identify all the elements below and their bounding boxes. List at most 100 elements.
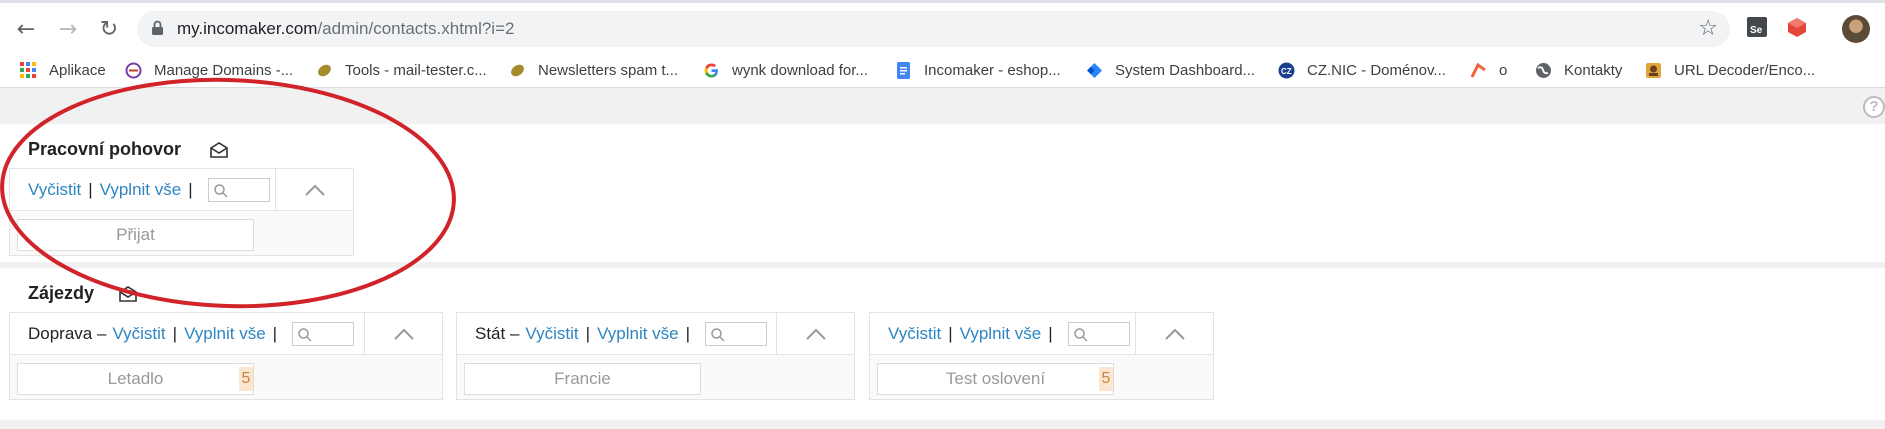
- clear-link[interactable]: Vyčistit: [28, 180, 81, 200]
- reload-icon[interactable]: ↻: [95, 15, 123, 43]
- svg-text:CZ: CZ: [1281, 67, 1292, 76]
- collapse-button[interactable]: [275, 169, 353, 211]
- filter-header: Vyčistit | Vyplnit vše |: [870, 313, 1213, 355]
- filter-box-doprava: Doprava – Vyčistit | Vyplnit vše | Letad…: [9, 312, 443, 400]
- bookmark-label: Aplikace: [49, 61, 106, 79]
- collapse-button[interactable]: [776, 313, 854, 355]
- clear-link[interactable]: Vyčistit: [112, 324, 165, 344]
- bookmark-system-dashboard[interactable]: System Dashboard...: [1086, 60, 1255, 80]
- filter-header: Doprava – Vyčistit | Vyplnit vše |: [10, 313, 442, 355]
- filter-value-label: Francie: [554, 369, 611, 388]
- filter-value-button[interactable]: Francie: [464, 363, 701, 395]
- selenium-extension-icon[interactable]: Se: [1746, 16, 1768, 38]
- bookmark-label: Kontakty: [1564, 61, 1623, 79]
- bookmark-kontakty[interactable]: Kontakty: [1535, 60, 1622, 80]
- collapse-button[interactable]: [364, 313, 442, 355]
- leaf-icon: [316, 62, 333, 79]
- bookmark-label: Incomaker - eshop...: [924, 61, 1061, 79]
- bookmark-label: Manage Domains -...: [154, 61, 294, 79]
- filter-search-input[interactable]: [705, 322, 768, 346]
- filter-value-label: Letadlo: [107, 369, 164, 388]
- fill-all-link[interactable]: Vyplnit vše: [597, 324, 679, 344]
- separator: |: [948, 324, 953, 343]
- separator: |: [172, 324, 178, 343]
- filter-box-stat: Stát – Vyčistit | Vyplnit vše | Francie: [456, 312, 855, 400]
- url-host: my.incomaker.com: [177, 19, 318, 38]
- open-envelope-icon[interactable]: [118, 285, 138, 303]
- filter-box: Vyčistit | Vyplnit vše | Přijat: [9, 168, 354, 256]
- browser-toolbar: ← → ↻ my.incomaker.com/admin/contacts.xh…: [0, 0, 1885, 52]
- apps-grid-icon: [20, 61, 37, 79]
- filter-header: Stát – Vyčistit | Vyplnit vše |: [457, 313, 854, 355]
- forward-icon[interactable]: →: [54, 15, 82, 43]
- filter-value-button[interactable]: Letadlo 5: [17, 363, 254, 395]
- fill-all-link[interactable]: Vyplnit vše: [100, 180, 182, 200]
- bookmark-manage-domains[interactable]: Manage Domains -...: [125, 60, 293, 80]
- bookmark-label: URL Decoder/Enco...: [1674, 61, 1816, 79]
- bookmarks-bar: Aplikace Manage Domains -... Tools - mai…: [0, 52, 1885, 88]
- bookmark-aplikace[interactable]: Aplikace: [20, 60, 106, 80]
- chevron-up-icon: [805, 328, 826, 340]
- section-zajezdy: Zájezdy Doprava – Vyčistit | Vyplnit vše…: [0, 268, 1885, 420]
- filter-value-label: Test oslovení: [945, 369, 1046, 388]
- filter-search-input[interactable]: [207, 178, 270, 202]
- bookmark-label: Newsletters spam t...: [538, 61, 679, 79]
- chevron-up-icon: [304, 184, 325, 196]
- profile-avatar[interactable]: [1842, 15, 1870, 43]
- count-badge: 5: [239, 367, 253, 391]
- open-envelope-icon[interactable]: [209, 141, 229, 159]
- address-bar[interactable]: my.incomaker.com/admin/contacts.xhtml?i=…: [137, 11, 1730, 47]
- docs-icon: [895, 61, 912, 79]
- filter-value-label: Přijat: [116, 225, 155, 244]
- bookmark-url-decoder[interactable]: URL Decoder/Enco...: [1645, 60, 1815, 80]
- back-icon[interactable]: ←: [12, 15, 40, 43]
- section-title: Zájezdy: [28, 283, 95, 303]
- bookmark-label: o: [1499, 61, 1508, 79]
- bookmark-star-icon[interactable]: ☆: [1698, 16, 1718, 41]
- bookmark-incomaker-eshop[interactable]: Incomaker - eshop...: [895, 60, 1061, 80]
- filter-value-button[interactable]: Test oslovení 5: [877, 363, 1114, 395]
- count-badge: 5: [1099, 367, 1113, 391]
- help-icon[interactable]: ?: [1863, 96, 1885, 118]
- filter-search-input[interactable]: [1067, 322, 1130, 346]
- url-path: /admin/contacts.xhtml?i=2: [317, 19, 515, 38]
- bookmark-newsletters[interactable]: Newsletters spam t...: [509, 60, 678, 80]
- filter-label: Doprava –: [28, 324, 107, 343]
- google-icon: [703, 62, 720, 79]
- fill-all-link[interactable]: Vyplnit vše: [184, 324, 266, 344]
- chevron-up-icon: [1164, 328, 1185, 340]
- bookmark-arrow-icon: [1470, 62, 1487, 79]
- bookmark-o[interactable]: o: [1470, 60, 1507, 80]
- bookmark-wynk[interactable]: wynk download for...: [703, 60, 868, 80]
- filter-value-button[interactable]: Přijat: [17, 219, 254, 251]
- url-text: my.incomaker.com/admin/contacts.xhtml?i=…: [177, 19, 514, 39]
- bookmark-label: wynk download for...: [732, 61, 868, 79]
- bookmark-cznic[interactable]: CZ CZ.NIC - Doménov...: [1278, 60, 1446, 80]
- bookmark-label: Tools - mail-tester.c...: [345, 61, 487, 79]
- clear-link[interactable]: Vyčistit: [888, 324, 941, 344]
- domains-icon: [125, 62, 142, 79]
- page-content: ? Pracovní pohovor Vyčistit | Vyplnit vš…: [0, 88, 1885, 429]
- jira-icon: [1086, 62, 1103, 79]
- chevron-up-icon: [393, 328, 414, 340]
- cznic-icon: CZ: [1278, 62, 1295, 79]
- cube-extension-icon[interactable]: [1786, 16, 1808, 38]
- fill-all-link[interactable]: Vyplnit vše: [960, 324, 1042, 344]
- clear-link[interactable]: Vyčistit: [525, 324, 578, 344]
- filter-header: Vyčistit | Vyplnit vše |: [10, 169, 353, 211]
- collapse-button[interactable]: [1135, 313, 1213, 355]
- separator: |: [585, 324, 591, 343]
- separator: |: [88, 180, 93, 199]
- section-title: Pracovní pohovor: [28, 139, 182, 159]
- url-decoder-icon: [1645, 62, 1662, 79]
- separator: |: [1048, 324, 1053, 343]
- filter-search-input[interactable]: [292, 322, 355, 346]
- bookmark-label: System Dashboard...: [1115, 61, 1256, 79]
- separator: |: [272, 324, 278, 343]
- filter-box-test-osloveni: Vyčistit | Vyplnit vše | Test oslovení 5: [869, 312, 1214, 400]
- bookmark-mail-tester[interactable]: Tools - mail-tester.c...: [316, 60, 487, 80]
- separator: |: [685, 324, 691, 343]
- separator: |: [188, 180, 193, 199]
- lock-icon: [152, 20, 163, 35]
- filter-actions: Stát – Vyčistit | Vyplnit vše |: [457, 313, 768, 355]
